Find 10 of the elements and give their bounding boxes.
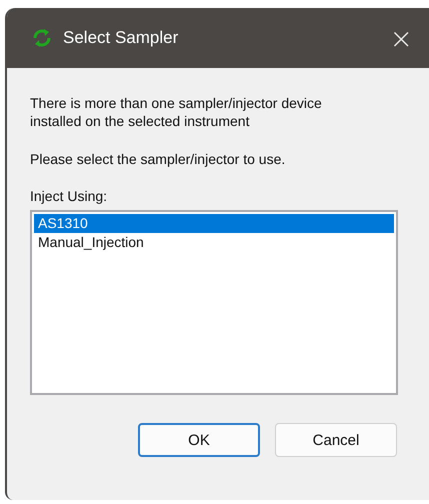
message-text: There is more than one sampler/injector device installed on the selected instrument <box>30 94 323 130</box>
cancel-button[interactable]: Cancel <box>275 423 397 457</box>
list-item[interactable]: AS1310 <box>34 214 394 233</box>
message-text: Please select the sampler/injector to use. <box>30 150 286 168</box>
close-button[interactable]: × <box>384 22 419 54</box>
ok-button[interactable]: OK <box>138 423 260 457</box>
window-title: Select Sampler <box>63 28 180 48</box>
list-label: Inject Using: <box>30 188 108 204</box>
list-item[interactable]: Manual_Injection <box>34 233 394 252</box>
circular-arrows-icon <box>31 27 53 49</box>
